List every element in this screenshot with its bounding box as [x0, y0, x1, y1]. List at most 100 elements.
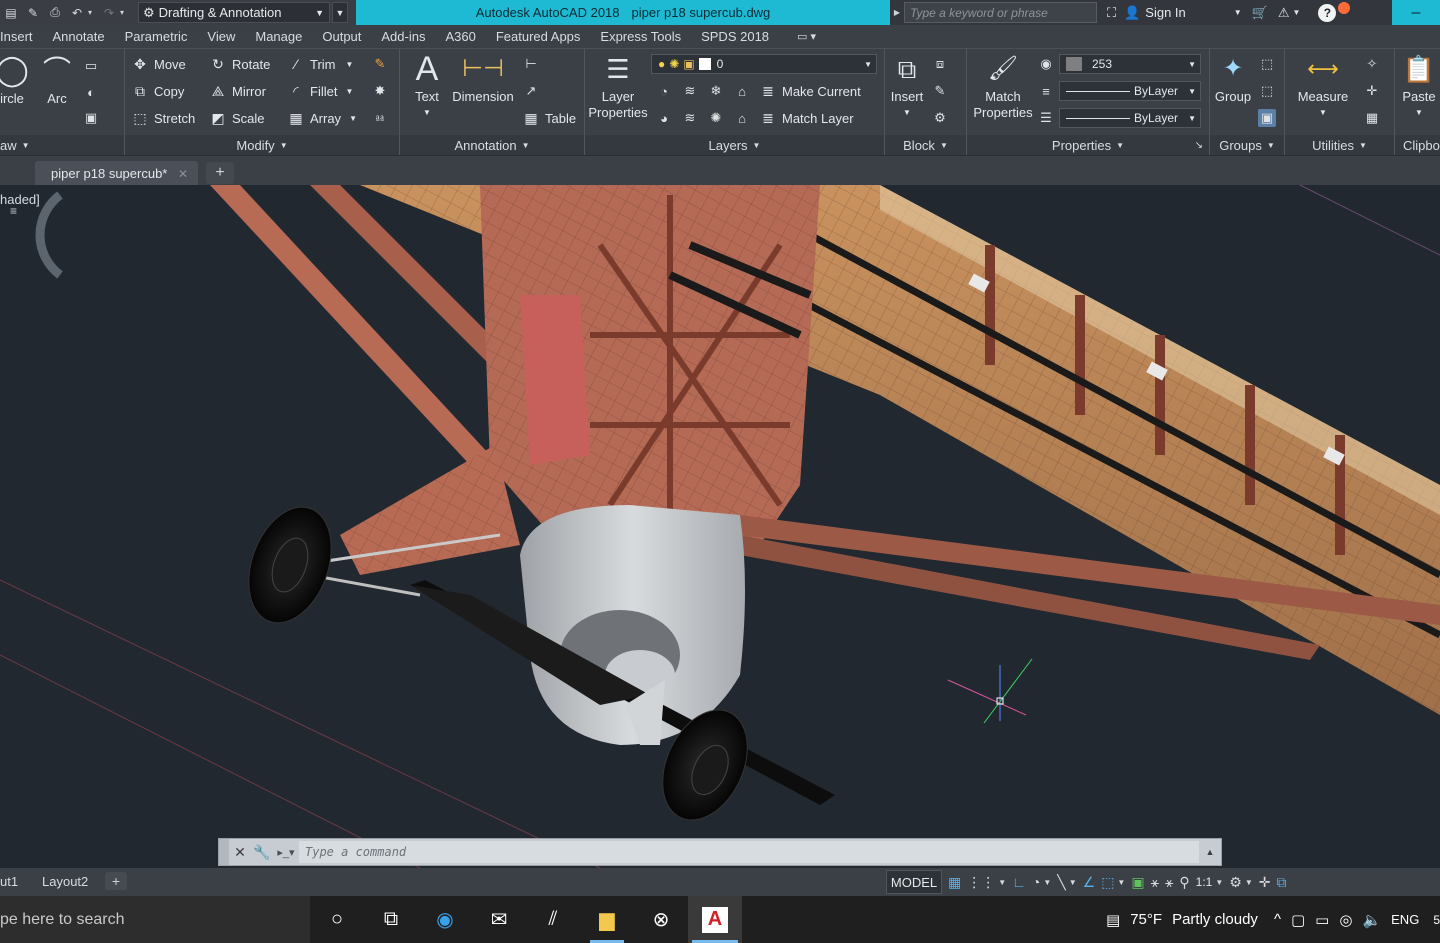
- chevron-up-icon[interactable]: ▲: [1199, 839, 1221, 865]
- tab-output[interactable]: Output: [312, 29, 371, 44]
- wrench-icon[interactable]: 🔧: [251, 839, 273, 865]
- boundary-icon[interactable]: ▣: [82, 109, 100, 127]
- layer-unlock-icon[interactable]: ⌂: [733, 109, 751, 127]
- file-tab-active[interactable]: piper p18 supercub* ✕: [35, 161, 198, 186]
- task-view-icon[interactable]: ⧉: [364, 896, 418, 943]
- layer-thaw-icon[interactable]: ✺: [707, 109, 725, 127]
- utilities-panel-footer[interactable]: Utilities ▼: [1285, 135, 1394, 155]
- chevron-up-icon[interactable]: ^: [1274, 911, 1281, 928]
- autocad-app-icon[interactable]: A: [688, 896, 742, 943]
- rotate-button[interactable]: ↻ Rotate: [209, 55, 270, 73]
- a360-icon[interactable]: ⚠: [1278, 5, 1290, 21]
- layers-panel-footer[interactable]: Layers ▼: [585, 135, 884, 155]
- tab-layout1[interactable]: ut1: [0, 871, 18, 892]
- command-line-grip[interactable]: [219, 839, 229, 865]
- cart-icon[interactable]: 🛒: [1252, 5, 1268, 21]
- chevron-down-icon[interactable]: ▼: [1245, 878, 1253, 887]
- chevron-down-icon[interactable]: ▼: [998, 878, 1006, 887]
- undo-dropdown-icon[interactable]: ▾: [88, 8, 98, 17]
- table-button[interactable]: ▦ Table: [522, 109, 576, 127]
- group-selection-icon[interactable]: ▣: [1258, 109, 1276, 127]
- viewcube-compass[interactable]: ≡: [0, 185, 80, 295]
- sign-in-button[interactable]: 👤 Sign In ▼: [1124, 5, 1242, 21]
- point-id-icon[interactable]: ✛: [1363, 82, 1381, 100]
- array-button[interactable]: ▦ Array ▼: [287, 109, 357, 127]
- measure-button[interactable]: ⟷ Measure ▼: [1291, 51, 1355, 121]
- polar-icon[interactable]: ◔: [1032, 874, 1040, 890]
- language-indicator[interactable]: ENG: [1391, 912, 1419, 927]
- tab-layout2[interactable]: Layout2: [32, 871, 98, 892]
- customize-qat-button[interactable]: ▼: [332, 2, 348, 23]
- tab-express-tools[interactable]: Express Tools: [590, 29, 691, 44]
- workspace-switcher[interactable]: ⚙ Drafting & Annotation ▼: [138, 2, 330, 23]
- search-expander-icon[interactable]: ▶: [890, 0, 904, 25]
- clipboard-panel-footer[interactable]: Clipbo: [1395, 135, 1440, 155]
- layer-off-icon[interactable]: ◔: [655, 82, 673, 100]
- dialog-launcher-icon[interactable]: ↘: [1195, 140, 1203, 151]
- isolate-objects-icon[interactable]: ⧉: [1276, 874, 1286, 891]
- fillet-button[interactable]: ◜ Fillet ▼: [287, 82, 353, 100]
- ungroup-icon[interactable]: ⬚: [1258, 55, 1276, 73]
- cortana-icon[interactable]: ○: [310, 896, 364, 943]
- meet-now-icon[interactable]: ▢: [1291, 911, 1305, 929]
- quick-select-icon[interactable]: ✧: [1363, 55, 1381, 73]
- mail-icon[interactable]: ✉: [472, 896, 526, 943]
- close-icon[interactable]: ✕: [229, 839, 251, 865]
- ortho-icon[interactable]: ∟: [1012, 874, 1026, 890]
- annotation-visibility-icon[interactable]: ⚹: [1151, 874, 1159, 891]
- chevron-down-icon[interactable]: ▼: [1043, 878, 1051, 887]
- snap-icon[interactable]: ⋮⋮: [967, 874, 995, 891]
- ribbon-minimize-toggle[interactable]: ▭ ▾: [797, 30, 816, 43]
- tab-a360[interactable]: A360: [435, 29, 485, 44]
- color-combo[interactable]: 253 ▼: [1059, 54, 1201, 74]
- workspace-gear-icon[interactable]: ⚙: [1229, 874, 1242, 891]
- layer-combo[interactable]: ● ✺ ▣ 0 ▼: [651, 54, 877, 74]
- text-button[interactable]: A Text ▼: [408, 51, 446, 121]
- file-explorer-icon[interactable]: ▆: [580, 896, 634, 943]
- autocad-launcher-icon[interactable]: ⫽: [526, 896, 580, 943]
- command-input[interactable]: Type a command: [299, 841, 1199, 863]
- volume-icon[interactable]: 🔈: [1362, 911, 1381, 929]
- layer-freeze-icon[interactable]: ❄: [707, 82, 725, 100]
- add-layout-button[interactable]: +: [105, 872, 127, 890]
- move-button[interactable]: ✥ Move: [131, 55, 186, 73]
- properties-panel-footer[interactable]: Properties ▼ ↘: [967, 135, 1209, 155]
- search-input[interactable]: Type a keyword or phrase: [904, 2, 1097, 23]
- block-panel-footer[interactable]: Block ▼: [885, 135, 966, 155]
- tab-add-ins[interactable]: Add-ins: [371, 29, 435, 44]
- layer-on-icon[interactable]: ◕: [655, 109, 673, 127]
- battery-icon[interactable]: ▭: [1315, 911, 1329, 929]
- grid-icon[interactable]: ▦: [948, 874, 961, 891]
- tab-parametric[interactable]: Parametric: [115, 29, 198, 44]
- scale-button[interactable]: ◩ Scale: [209, 109, 264, 127]
- tab-featured-apps[interactable]: Featured Apps: [486, 29, 591, 44]
- object-snap-icon[interactable]: ⬚: [1101, 874, 1114, 891]
- layer-isolate-icon[interactable]: ≋: [681, 82, 699, 100]
- undo-icon[interactable]: ↶: [66, 2, 88, 24]
- draw-panel-footer[interactable]: aw ▼: [0, 135, 124, 155]
- annotation-scale-icon[interactable]: ⚲: [1179, 874, 1189, 891]
- arc-button[interactable]: ⌒ Arc: [40, 53, 74, 107]
- weather-desc[interactable]: Partly cloudy: [1172, 911, 1258, 928]
- binoculars-icon[interactable]: ⛶: [1107, 5, 1116, 21]
- taskbar-search[interactable]: pe here to search: [0, 896, 310, 943]
- minimize-button[interactable]: –: [1392, 0, 1440, 25]
- tab-spds-2018[interactable]: SPDS 2018: [691, 29, 779, 44]
- help-icon[interactable]: ?: [1318, 3, 1337, 22]
- object-snap-tracking-icon[interactable]: ∠: [1083, 874, 1096, 891]
- lineweight-combo[interactable]: ByLayer ▼: [1059, 81, 1201, 101]
- modify-panel-footer[interactable]: Modify ▼: [125, 135, 399, 155]
- dimension-button[interactable]: ⊢⊣ Dimension: [450, 51, 516, 105]
- close-icon[interactable]: ✕: [178, 167, 188, 181]
- new-tab-button[interactable]: +: [206, 162, 234, 184]
- trim-button[interactable]: ⁄ Trim ▼: [287, 55, 354, 73]
- match-properties-button[interactable]: 🖌 Match Properties: [971, 51, 1035, 121]
- network-icon[interactable]: ◎: [1339, 911, 1352, 929]
- redo-icon[interactable]: ↷: [98, 2, 120, 24]
- groups-panel-footer[interactable]: Groups ▼: [1210, 135, 1284, 155]
- command-prompt-icon[interactable]: ▸_▾: [273, 839, 299, 865]
- calculator-icon[interactable]: ▦: [1363, 109, 1381, 127]
- block-attributes-icon[interactable]: ⚙: [931, 109, 949, 127]
- chevron-down-icon[interactable]: ▼: [1215, 878, 1223, 887]
- group-edit-icon[interactable]: ⬚: [1258, 82, 1276, 100]
